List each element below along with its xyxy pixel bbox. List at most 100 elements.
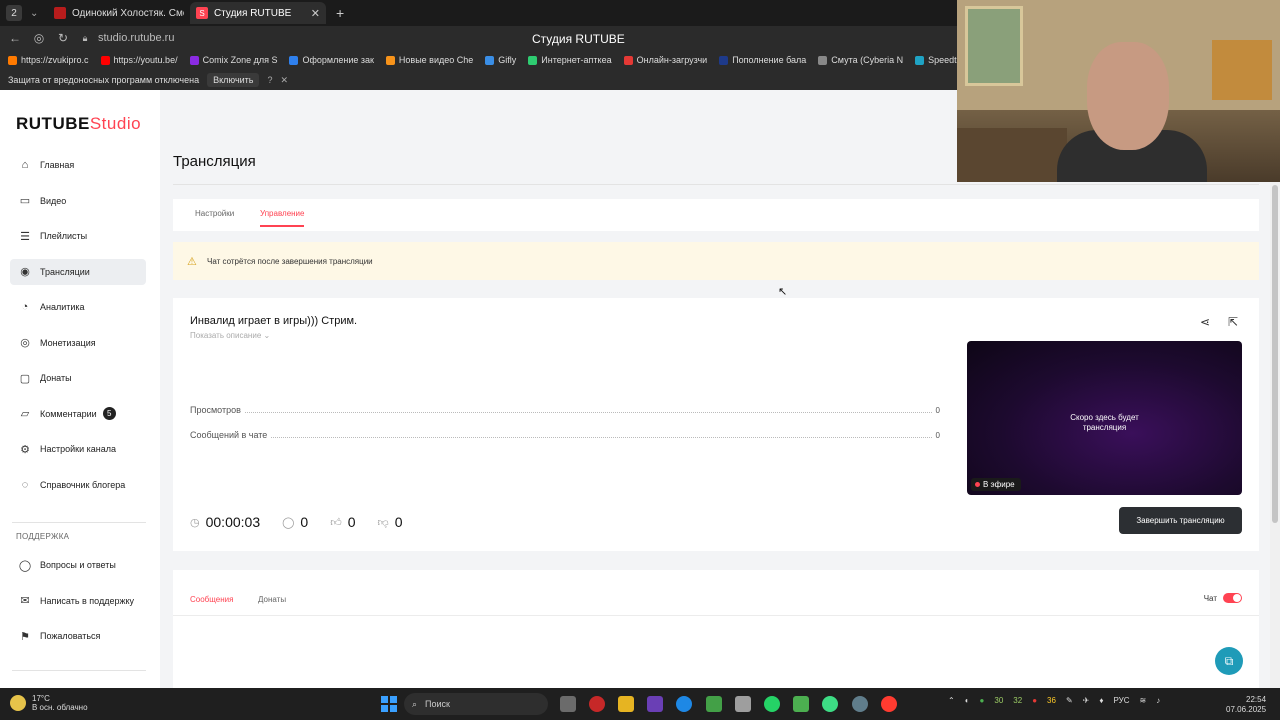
bookmark-item[interactable]: https://zvukipro.c [8,55,89,65]
browser-icon[interactable] [676,696,692,712]
bookmark-item[interactable]: Смута (Cyberia N [818,55,903,65]
whatsapp-icon[interactable] [764,696,780,712]
likes-counter: 👍︎ 0 [330,514,355,530]
bookmark-label: Онлайн-загрузчи [636,55,708,65]
bookmark-favicon-icon [915,55,925,65]
protect-icon[interactable]: ◎ [30,31,48,45]
tray-icon[interactable]: ◐ [965,696,970,705]
tray-icon[interactable]: ✈ [1083,696,1090,705]
app-icon[interactable] [822,696,838,712]
logo[interactable]: RUTUBEStudio [16,114,141,134]
bookmark-favicon-icon [623,55,633,65]
date: 07.06.2025 [1226,705,1267,714]
bookmark-item[interactable]: Comix Zone для S [189,55,277,65]
url-field[interactable]: studio.rutube.ru [98,32,174,44]
browser-tab-1[interactable]: Одинокий Холостяк. Смо [48,2,184,24]
windows-start-icon[interactable] [381,696,397,712]
chevron-up-icon[interactable]: ⌃ [948,696,955,705]
download-icon[interactable] [793,696,809,712]
share-icon[interactable]: ⋖ [1200,315,1210,329]
broadcast-icon: ◉ [20,266,30,278]
sidebar-item-video[interactable]: ▭ Видео [10,188,146,214]
tab-donations[interactable]: Донаты [258,595,286,604]
sidebar-item-home[interactable]: ⌂ Главная [10,152,146,178]
bookmark-favicon-icon [719,55,729,65]
weather-icon [10,695,26,711]
close-icon[interactable]: ✕ [311,7,320,20]
file-explorer-icon[interactable] [618,696,634,712]
tray-icon[interactable]: ● [980,696,985,705]
enable-protection-button[interactable]: Включить [207,73,260,87]
taskbar-search[interactable]: ⌕ Поиск [404,693,548,715]
clock[interactable]: 22:54 07.06.2025 [1226,695,1266,715]
sidebar-item-mail[interactable]: ✉ Написать в поддержку [10,588,146,614]
live-badge: В эфире [971,478,1021,491]
sidebar-item-monetization[interactable]: ◎ Монетизация [10,330,146,356]
sidebar-item-settings[interactable]: ⚙ Настройки канала [10,436,146,462]
bookmark-item[interactable]: Интернет-апткеа [528,55,612,65]
sidebar-item-comments[interactable]: ▱ Комментарии 5 [10,401,146,427]
bookmark-item[interactable]: Новые видео Che [385,55,473,65]
bookmark-item[interactable]: Пополнение бала [719,55,806,65]
tray-icon[interactable]: ● [1032,696,1037,705]
external-link-icon[interactable]: ⇱ [1228,315,1238,329]
bookmark-label: Смута (Cyberia N [831,55,904,65]
chat-toggle[interactable] [1223,593,1242,603]
stream-preview-player[interactable]: Скоро здесь будет трансляция В эфире [967,341,1242,495]
calculator-icon[interactable] [735,696,751,712]
chevron-down-icon[interactable]: ⌄ [30,8,42,19]
back-icon[interactable]: ← [0,31,30,45]
yandex-browser-icon[interactable] [881,696,897,712]
language-indicator[interactable]: РУС [1113,696,1129,705]
sidebar-item-faq[interactable]: ◯ Вопросы и ответы [10,552,146,578]
support-chat-icon[interactable]: ⧉ [1215,647,1243,675]
sidebar-item-flag[interactable]: ⚑ Пожаловаться [10,623,146,649]
bookmark-favicon-icon [385,55,395,65]
sidebar-item-playlist[interactable]: ☰ Плейлисты [10,223,146,249]
browser-tab-2[interactable]: S Студия RUTUBE ✕ [190,2,326,24]
sidebar-item-donate[interactable]: ▢ Донаты [10,365,146,391]
sidebar-item-broadcast[interactable]: ◉ Трансляции [10,258,146,285]
tray-number[interactable]: 32 [1013,696,1022,705]
weather-widget[interactable]: 17°C В осн. облачно [10,694,88,712]
bookmark-item[interactable]: https://youtu.be/ [100,55,178,65]
tab-settings[interactable]: Настройки [195,209,234,218]
task-view-icon[interactable] [560,696,576,712]
close-icon[interactable]: ✕ [280,75,288,86]
app-icon[interactable] [647,696,663,712]
wifi-icon[interactable]: ≋ [1139,696,1146,705]
search-label: Поиск [425,699,450,709]
scrollbar-thumb[interactable] [1272,185,1278,523]
end-stream-button[interactable]: Завершить трансляцию [1119,507,1242,534]
tray-icon[interactable]: ✎ [1066,696,1073,705]
bookmark-item[interactable]: Gifly [485,55,516,65]
logo-main: RUTUBE [16,114,90,133]
tray-number[interactable]: 30 [994,696,1003,705]
app-icon[interactable] [852,696,868,712]
tab-messages[interactable]: Сообщения [190,595,233,604]
show-description-link[interactable]: Показать описание ⌄ [190,331,270,340]
lock-icon[interactable]: 🔒︎ [78,33,92,44]
sidebar-item-handbook[interactable]: ◌ Справочник блогера [10,472,146,498]
tab-counter[interactable]: 2 [6,5,22,21]
volume-icon[interactable]: ♪ [1156,696,1160,705]
sidebar-item-analytics[interactable]: ◔ Аналитика [10,294,146,320]
bookmark-item[interactable]: Онлайн-загрузчи [623,55,708,65]
reload-icon[interactable]: ↻ [48,31,78,45]
stream-counters: ◷ 00:00:03 ◯ 0 👍︎ 0 👎︎ 0 [190,514,424,530]
bookmark-item[interactable]: Speedt [915,55,957,65]
notepad-icon[interactable] [706,696,722,712]
help-icon[interactable]: ? [267,75,272,85]
comments-count-badge: 5 [102,407,116,420]
bookmark-item[interactable]: Оформление зак [289,55,374,65]
title-divider [173,184,1259,185]
timer-value: 00:00:03 [205,514,261,530]
bookmark-label: Gifly [498,55,517,65]
tray-number[interactable]: 36 [1047,696,1056,705]
app-icon[interactable] [589,696,605,712]
warning-icon: ⚠ [187,255,197,268]
microphone-icon[interactable]: ♦ [1099,696,1103,705]
chevron-down-icon: ⌄ [263,331,271,340]
new-tab-icon[interactable]: + [336,5,344,21]
tab-management[interactable]: Управление [260,209,305,227]
